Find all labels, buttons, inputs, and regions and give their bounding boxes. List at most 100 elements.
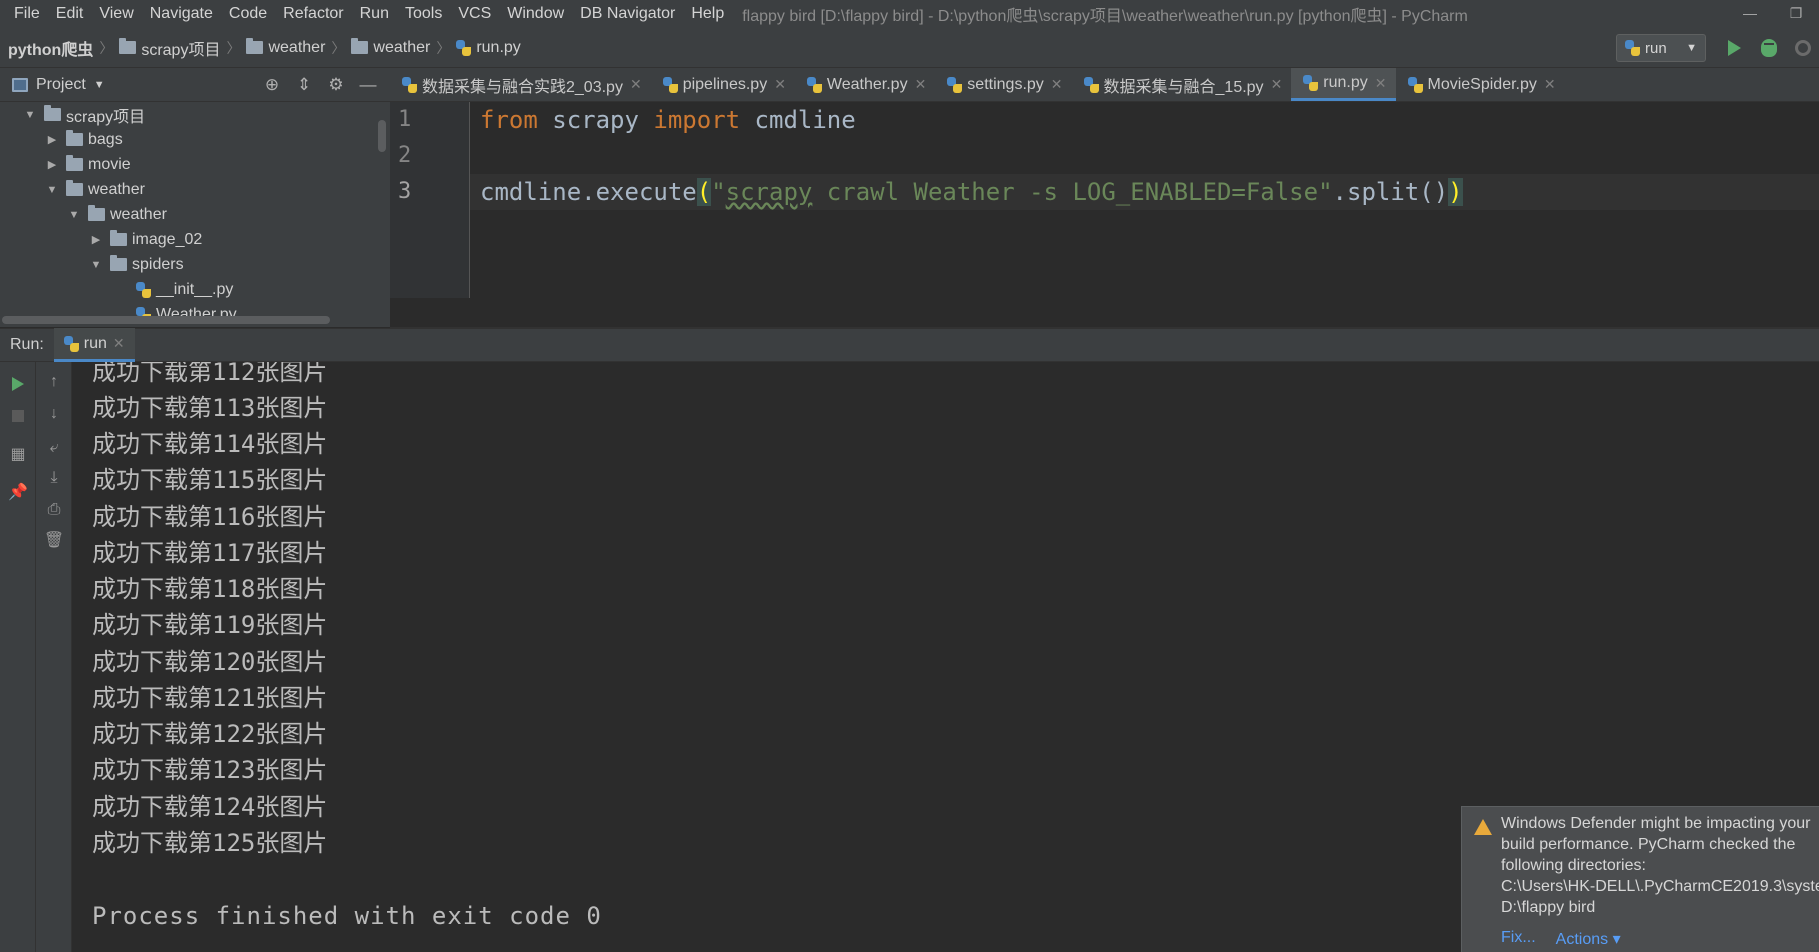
- locate-icon[interactable]: ⊕: [256, 75, 288, 95]
- breadcrumb-scrapy[interactable]: scrapy项目: [115, 28, 224, 68]
- menu-vcs[interactable]: VCS: [450, 0, 499, 28]
- soft-wrap-icon[interactable]: ⤶: [44, 438, 64, 458]
- code-line-3[interactable]: cmdline.execute("scrapy crawl Weather -s…: [480, 174, 1463, 210]
- breadcrumb: python爬虫 〉 scrapy项目 〉 weather 〉 weather …: [0, 28, 1819, 68]
- expand-toggle-icon[interactable]: ▶: [44, 158, 60, 171]
- expand-toggle-icon[interactable]: ▶: [88, 233, 104, 246]
- breadcrumb-weather-inner[interactable]: weather: [347, 28, 434, 68]
- menu-refactor[interactable]: Refactor: [275, 0, 351, 28]
- menu-db-navigator[interactable]: DB Navigator: [572, 0, 683, 28]
- tab-moviespider[interactable]: MovieSpider.py ✕: [1396, 68, 1565, 101]
- tab-shujucaiji-2-03[interactable]: 数据采集与融合实践2_03.py ✕: [390, 68, 651, 101]
- console-line: 成功下载第118张图片: [92, 575, 328, 603]
- hide-icon[interactable]: —: [352, 75, 384, 95]
- run-panel-label: Run:: [10, 336, 44, 353]
- menu-view[interactable]: View: [91, 0, 141, 28]
- editor-footer: [390, 298, 1819, 328]
- scroll-to-end-icon[interactable]: ⤓: [44, 468, 64, 488]
- tree-item[interactable]: ▼ weather: [0, 177, 390, 202]
- chevron-right-icon: 〉: [331, 39, 346, 56]
- tree-item[interactable]: ▶ image_02: [0, 227, 390, 252]
- console-line: 成功下载第124张图片: [92, 793, 328, 821]
- actions-link[interactable]: Actions ▾: [1556, 929, 1621, 949]
- breadcrumb-project[interactable]: python爬虫: [0, 28, 97, 68]
- console-line: 成功下载第120张图片: [92, 648, 328, 676]
- menu-navigate[interactable]: Navigate: [142, 0, 221, 28]
- tree-item[interactable]: ▶ movie: [0, 152, 390, 177]
- close-icon[interactable]: ✕: [630, 76, 642, 93]
- debug-icon[interactable]: [1761, 39, 1777, 57]
- close-icon[interactable]: ✕: [1375, 75, 1387, 92]
- project-tree: ▼ scrapy项目 ▶ bags ▶ movie ▼ weather ▼ we…: [0, 102, 390, 327]
- run-icon[interactable]: [1728, 40, 1741, 56]
- line-number: 1: [398, 107, 412, 132]
- tab-run[interactable]: run.py ✕: [1291, 68, 1396, 101]
- project-view-select[interactable]: Project: [36, 76, 86, 94]
- menu-edit[interactable]: Edit: [48, 0, 92, 28]
- arrow-up-icon[interactable]: ↑: [44, 372, 64, 392]
- minimize-icon[interactable]: —: [1727, 0, 1773, 28]
- tree-item[interactable]: ▼ weather: [0, 202, 390, 227]
- python-file-icon: [662, 76, 678, 93]
- console-line: 成功下载第116张图片: [92, 503, 328, 531]
- layout-icon[interactable]: ▦: [8, 444, 28, 464]
- vertical-scrollbar[interactable]: [378, 120, 386, 152]
- tab-weather[interactable]: Weather.py ✕: [795, 68, 935, 101]
- stop-icon[interactable]: [8, 406, 28, 426]
- console-exit-line: Process finished with exit code 0: [92, 902, 602, 930]
- python-file-icon: [1303, 75, 1319, 91]
- menu-bar: File Edit View Navigate Code Refactor Ru…: [0, 0, 1819, 28]
- coverage-icon[interactable]: [1795, 40, 1811, 56]
- code-line-1[interactable]: from scrapy import cmdline: [480, 102, 856, 138]
- restore-icon[interactable]: ❐: [1773, 0, 1819, 28]
- menu-window[interactable]: Window: [499, 0, 572, 28]
- fix-link[interactable]: Fix...: [1501, 929, 1536, 949]
- horizontal-scrollbar[interactable]: [2, 316, 330, 324]
- tab-shujucaiji-15[interactable]: 数据采集与融合_15.py ✕: [1072, 68, 1292, 101]
- breadcrumb-weather[interactable]: weather: [242, 28, 329, 68]
- close-icon[interactable]: ✕: [774, 76, 786, 93]
- trash-icon[interactable]: 🗑: [44, 530, 64, 550]
- run-configuration-select[interactable]: run ▼: [1616, 34, 1706, 62]
- expand-toggle-icon[interactable]: ▼: [44, 184, 60, 196]
- python-icon: [63, 335, 79, 352]
- pin-icon[interactable]: 📌: [8, 482, 28, 502]
- windows-defender-notification: Windows Defender might be impacting your…: [1461, 806, 1819, 952]
- print-icon[interactable]: ⎙: [44, 500, 64, 520]
- python-file-icon: [402, 76, 417, 93]
- chevron-down-icon[interactable]: ▼: [94, 79, 105, 91]
- tree-item[interactable]: ▶ bags: [0, 127, 390, 152]
- run-tab[interactable]: run ✕: [53, 328, 135, 362]
- tree-item[interactable]: ▼ scrapy项目: [0, 102, 390, 127]
- chevron-down-icon: ▼: [1686, 42, 1697, 54]
- tree-item[interactable]: __init__.py: [0, 277, 390, 302]
- expand-toggle-icon[interactable]: ▶: [44, 133, 60, 146]
- chevron-right-icon: 〉: [99, 39, 114, 56]
- close-icon[interactable]: ✕: [113, 335, 125, 352]
- expand-toggle-icon[interactable]: ▼: [66, 209, 82, 221]
- close-icon[interactable]: ✕: [1271, 76, 1283, 93]
- breadcrumb-file[interactable]: run.py: [452, 28, 524, 68]
- close-icon[interactable]: ✕: [915, 76, 927, 93]
- menu-file[interactable]: File: [0, 0, 48, 28]
- arrow-down-icon[interactable]: ↓: [44, 404, 64, 424]
- menu-run[interactable]: Run: [352, 0, 397, 28]
- menu-tools[interactable]: Tools: [397, 0, 450, 28]
- editor-tabs: 数据采集与融合实践2_03.py ✕ pipelines.py ✕ Weathe…: [390, 68, 1819, 102]
- rerun-icon[interactable]: [8, 374, 28, 394]
- close-icon[interactable]: ✕: [1544, 76, 1556, 93]
- window-controls: — ❐: [1727, 0, 1819, 28]
- expand-toggle-icon[interactable]: ▼: [88, 259, 104, 271]
- tab-pipelines[interactable]: pipelines.py ✕: [651, 68, 795, 101]
- code-editor[interactable]: 1 2 3 from scrapy import cmdline cmdline…: [390, 102, 1819, 298]
- collapse-all-icon[interactable]: ⇕: [288, 75, 320, 95]
- menu-code[interactable]: Code: [221, 0, 275, 28]
- folder-icon: [66, 180, 83, 196]
- tree-item[interactable]: ▼ spiders: [0, 252, 390, 277]
- gear-icon[interactable]: ⚙: [320, 75, 352, 95]
- expand-toggle-icon[interactable]: ▼: [22, 109, 38, 121]
- tab-settings[interactable]: settings.py ✕: [935, 68, 1071, 101]
- close-icon[interactable]: ✕: [1051, 76, 1063, 93]
- menu-help[interactable]: Help: [683, 0, 732, 28]
- folder-icon: [66, 130, 83, 146]
